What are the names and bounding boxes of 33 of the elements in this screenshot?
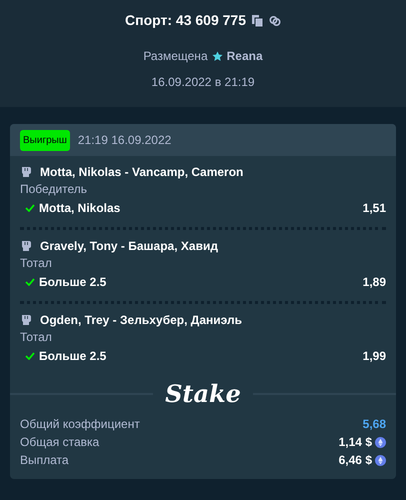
summary-value: 1,14 $ — [338, 434, 372, 451]
odds-value: 1,99 — [362, 348, 386, 365]
market-name: Тотал — [20, 255, 53, 272]
brand-logo: Stake — [165, 379, 241, 409]
event-name: Motta, Nikolas - Vancamp, Cameron — [40, 164, 244, 181]
star-icon — [212, 50, 223, 62]
summary-label: Общий коэффициент — [20, 416, 141, 433]
currency-icon — [375, 454, 386, 466]
event-name: Ogden, Trey - Зельхубер, Даниэль — [40, 312, 242, 329]
market-name: Победитель — [20, 181, 88, 198]
market-name: Тотал — [20, 329, 53, 346]
summary-label: Выплата — [20, 452, 70, 469]
summary-label: Общая ставка — [20, 434, 100, 451]
placed-date: 16.09.2022 в 21:19 — [151, 74, 255, 91]
username[interactable]: Reana — [226, 47, 263, 65]
currency-icon — [375, 436, 386, 448]
boxing-glove-icon — [20, 166, 32, 178]
copy-icon[interactable] — [252, 14, 263, 26]
outcome-name: Motta, Nikolas — [39, 200, 122, 217]
placed-label: Размещена — [143, 48, 208, 65]
odds-value: 1,89 — [362, 274, 386, 291]
outcome-name: Больше 2.5 — [39, 348, 108, 365]
outcome-name: Больше 2.5 — [39, 274, 108, 291]
event-name: Gravely, Tony - Башара, Хавид — [40, 238, 218, 255]
bet-time: 21:19 16.09.2022 — [78, 132, 172, 149]
odds-value: 1,51 — [362, 200, 386, 217]
boxing-glove-icon — [20, 314, 32, 326]
summary-value: 6,46 $ — [338, 452, 372, 469]
boxing-glove-icon — [20, 240, 32, 252]
summary-value: 5,68 — [362, 416, 386, 433]
bet-title: Спорт: 43 609 775 — [125, 11, 246, 30]
link-icon[interactable] — [268, 14, 281, 26]
status-badge: Выигрыш — [20, 130, 70, 150]
